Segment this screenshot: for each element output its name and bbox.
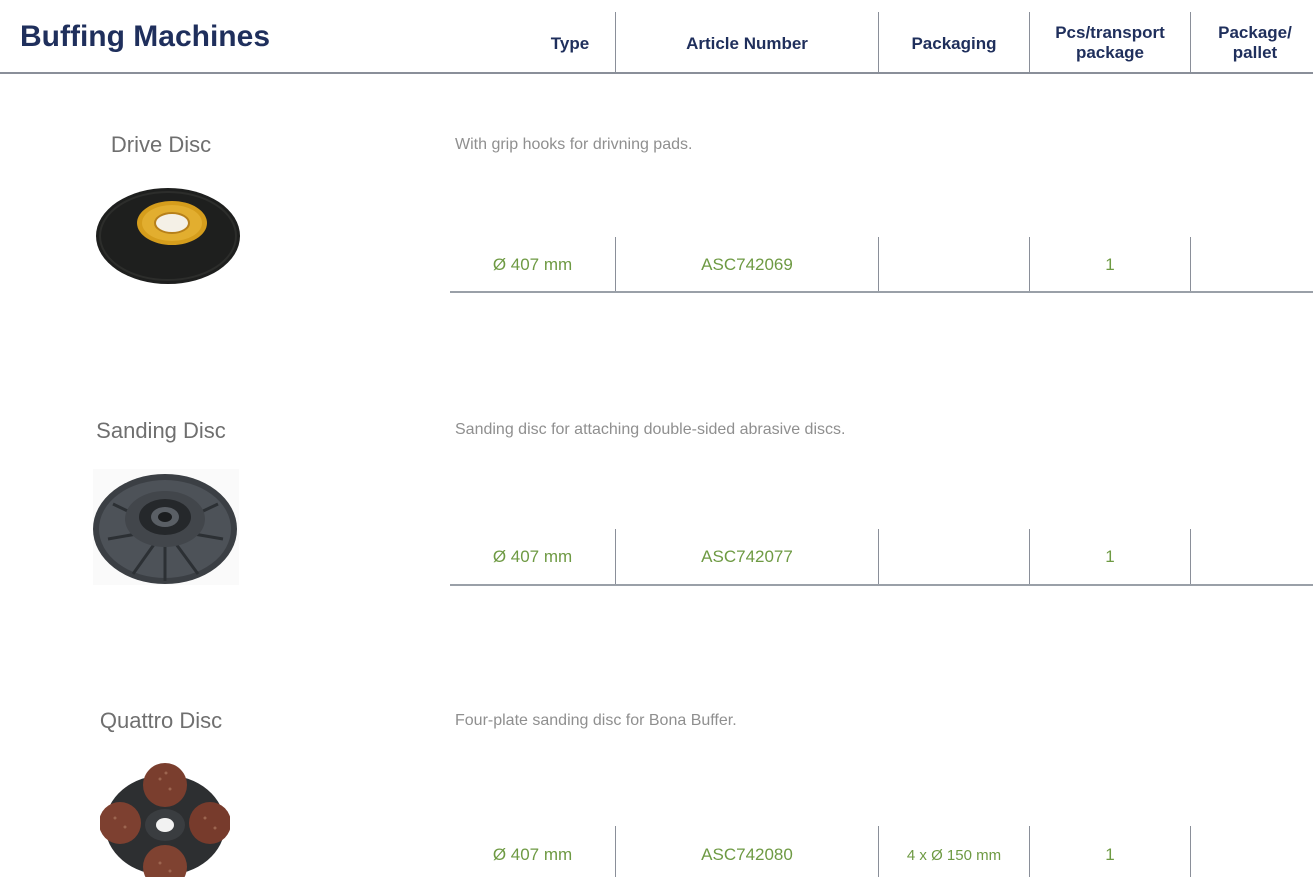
sanding-disc-image <box>93 469 239 585</box>
row-rule <box>450 584 1313 586</box>
article-number-value: ASC742080 <box>701 845 793 864</box>
product-description: Four-plate sanding disc for Bona Buffer. <box>455 712 737 729</box>
packaging-value <box>879 238 1029 292</box>
product-name: Sanding Disc <box>96 418 226 443</box>
header-rule <box>0 72 1313 74</box>
pcs-transport-value: 1 <box>1105 547 1115 566</box>
package-pallet-value <box>1191 238 1311 292</box>
article-number-value: ASC742077 <box>701 547 793 566</box>
column-header-package-pallet: Package/ pallet <box>1218 23 1292 62</box>
product-description: With grip hooks for drivning pads. <box>455 136 693 153</box>
column-header-pcs-transport: Pcs/transport package <box>1055 23 1165 62</box>
type-value: Ø 407 mm <box>492 845 573 864</box>
drive-disc-image <box>96 188 240 284</box>
packaging-value <box>879 530 1029 584</box>
quattro-disc-image <box>100 763 230 877</box>
row-rule <box>450 291 1313 293</box>
package-pallet-value <box>1191 828 1311 882</box>
type-value: Ø 407 mm <box>492 255 573 274</box>
package-pallet-value <box>1191 530 1311 584</box>
header-divider <box>1190 12 1191 72</box>
column-header-type: Type <box>550 34 590 53</box>
product-description: Sanding disc for attaching double-sided … <box>455 421 846 438</box>
packaging-value: 4 x Ø 150 mm <box>906 846 1002 864</box>
article-number-value: ASC742069 <box>701 255 793 274</box>
page-title: Buffing Machines <box>20 20 271 53</box>
pcs-transport-value: 1 <box>1105 255 1115 274</box>
pcs-transport-value: 1 <box>1105 845 1115 864</box>
product-name: Drive Disc <box>110 132 212 157</box>
type-value: Ø 407 mm <box>492 547 573 566</box>
column-header-article-number: Article Number <box>686 34 808 53</box>
column-header-packaging: Packaging <box>911 34 997 53</box>
product-name: Quattro Disc <box>99 708 223 733</box>
